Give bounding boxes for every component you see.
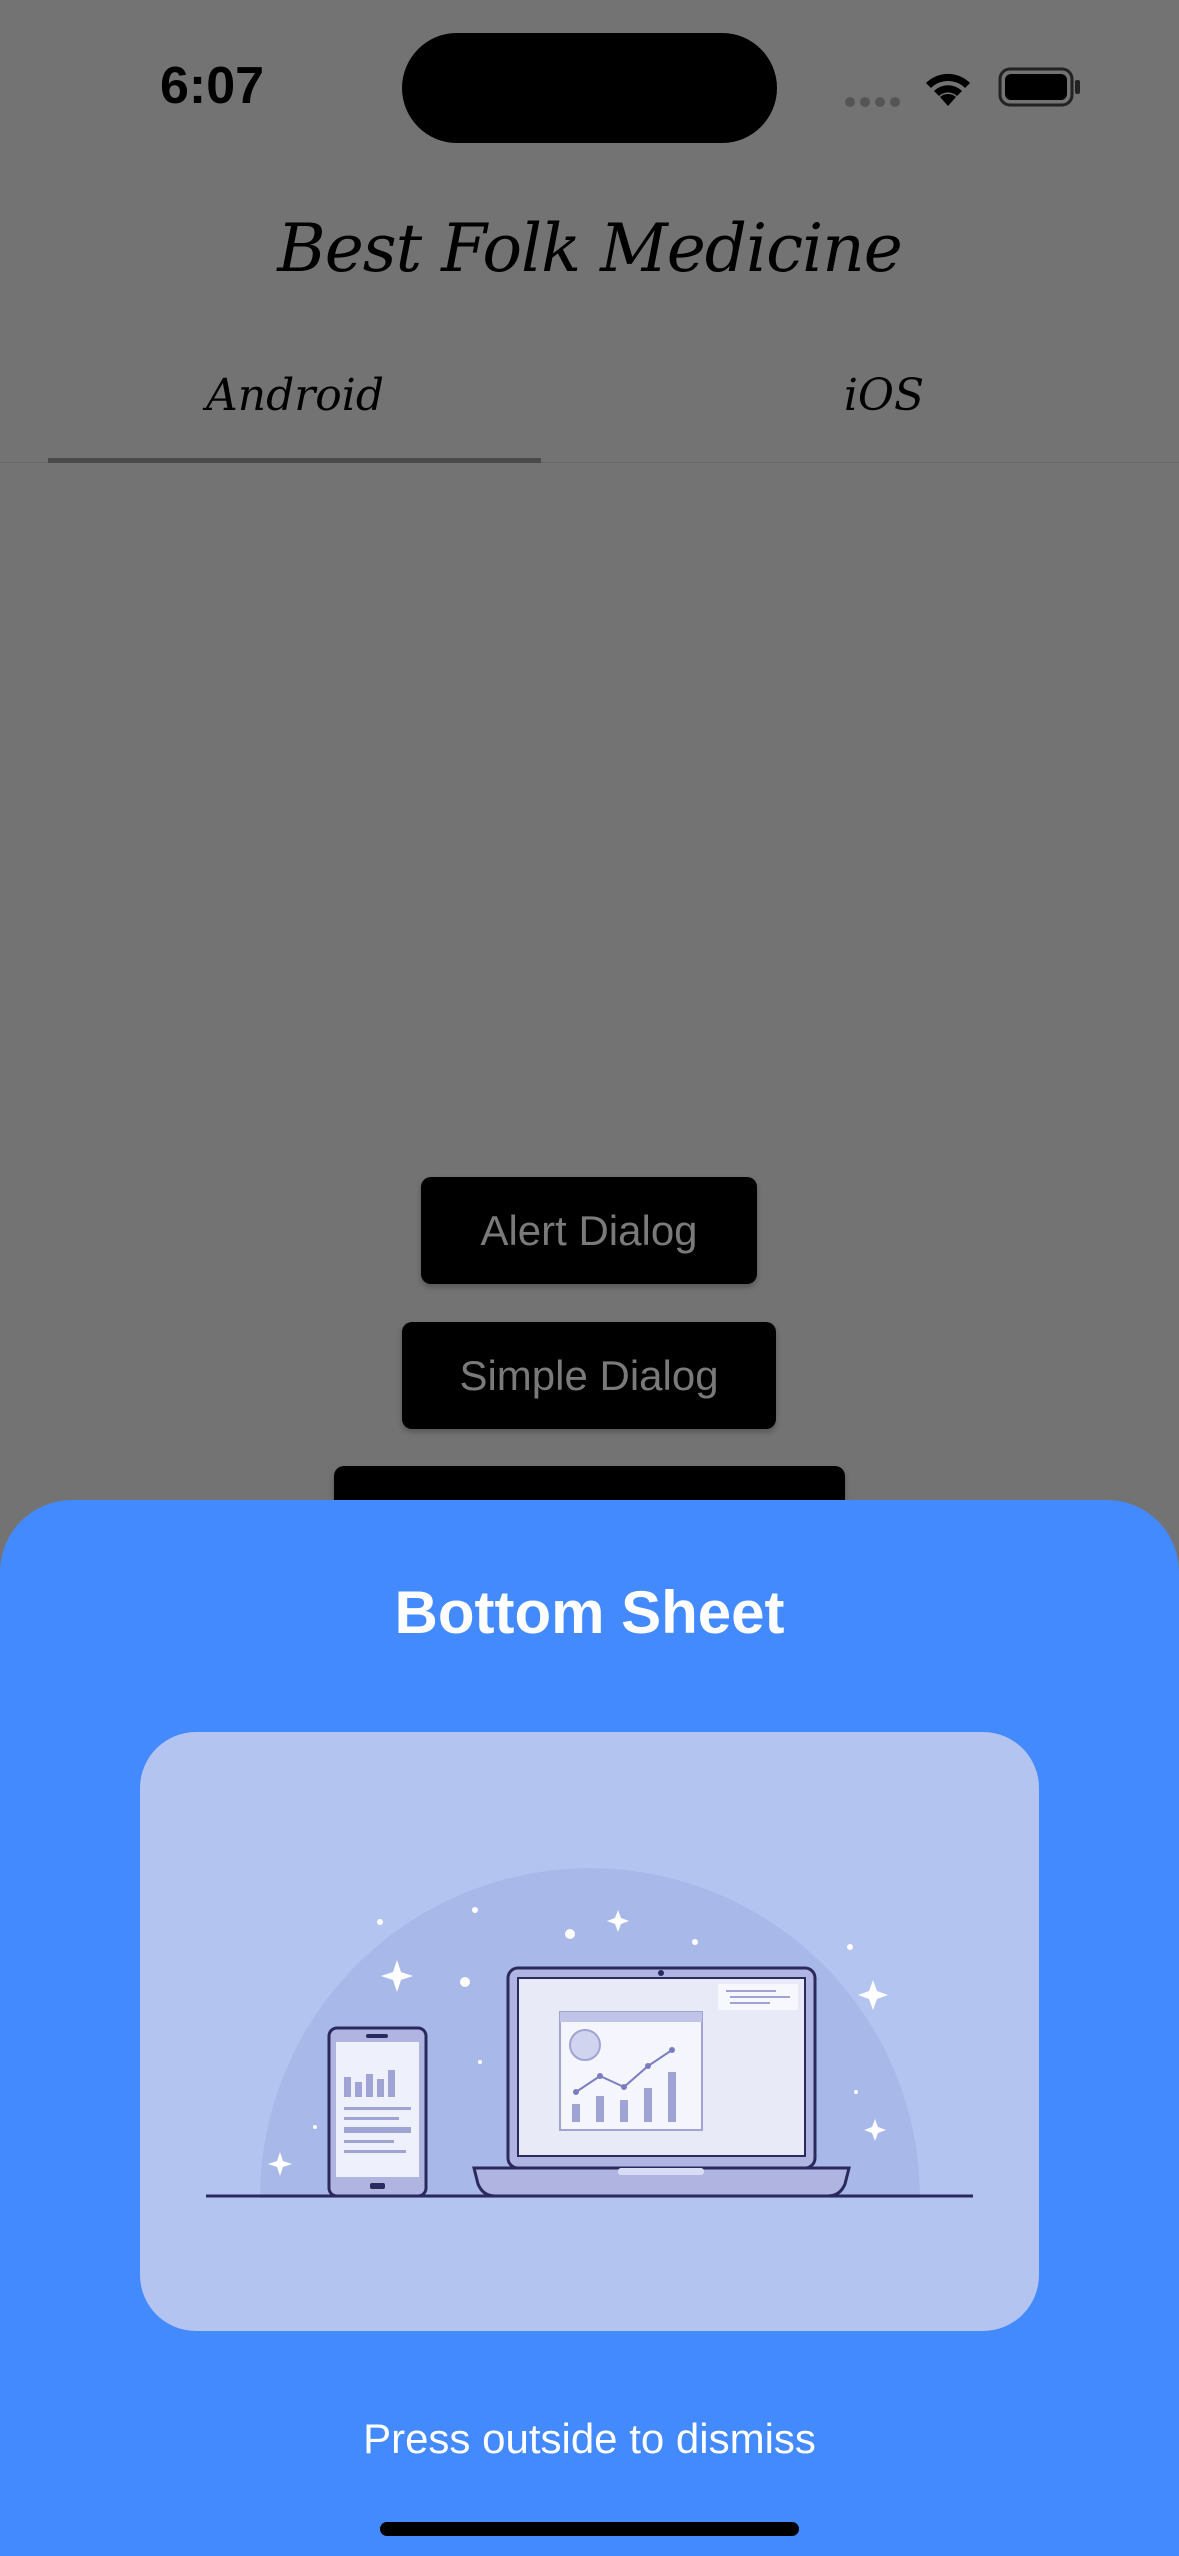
bottom-sheet[interactable]: Bottom Sheet Press outside to dismiss [0,1500,1179,2556]
dismiss-hint: Press outside to dismiss [363,2415,816,2462]
tab-selected-indicator [48,458,541,463]
battery-icon [998,67,1080,107]
devices-analytics-illustration [140,1732,1039,2331]
simple-dialog-button[interactable]: Simple Dialog [402,1322,776,1429]
alert-dialog-button[interactable]: Alert Dialog [421,1177,757,1284]
status-time: 6:07 [160,57,265,115]
wifi-icon [926,73,970,106]
tab-ios[interactable]: iOS [589,370,1179,421]
cellular-signal-icon [845,94,905,112]
home-indicator[interactable] [380,2522,799,2536]
app-title: Best Folk Medicine [277,210,903,287]
tab-android[interactable]: Android [0,370,590,421]
dynamic-island [402,33,777,143]
bottom-sheet-title: Bottom Sheet [394,1579,785,1646]
